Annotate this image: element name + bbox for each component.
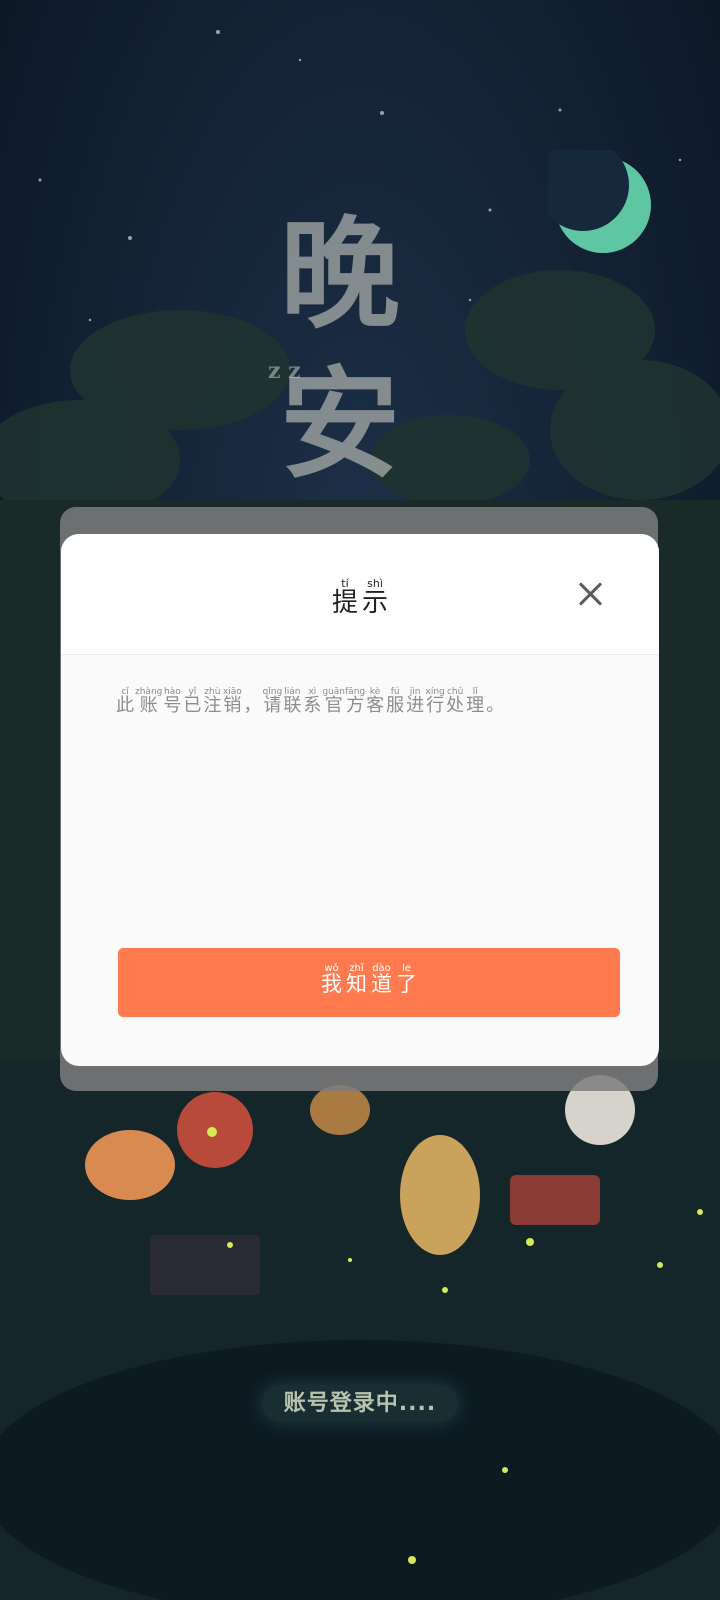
title-art: 晚安 z z [268, 200, 460, 500]
hanzi: 服 [386, 695, 405, 716]
hanzi: 方 [346, 695, 365, 716]
hanzi: 示 [362, 588, 389, 618]
ruby-char: fú 服 [385, 687, 405, 715]
moon-icon [548, 150, 651, 253]
ruby-char: tí 提 [330, 578, 360, 618]
hanzi: 销 [223, 695, 242, 716]
ruby-char: ， [242, 687, 262, 715]
notice-dialog: tí 提 shì 示 cǐ 此 zhàng 账 hào 号 yǐ 已 zhù 注 xiāo 销 ， qǐng 请… [61, 534, 659, 1066]
title-art-text: 晚安 [280, 204, 400, 495]
ruby-char: qǐng 请 [262, 687, 283, 716]
ruby-char: yǐ 已 [182, 687, 202, 715]
hanzi: 我 [321, 972, 342, 996]
ruby-char: dào 道 [369, 964, 394, 995]
hanzi: 已 [183, 695, 202, 716]
hanzi: 客 [366, 695, 385, 716]
hanzi: 处 [446, 695, 465, 716]
hanzi: 注 [203, 695, 222, 716]
hanzi: 官 [324, 695, 343, 716]
hanzi: ， [243, 695, 262, 716]
ruby-char: wǒ 我 [319, 964, 344, 995]
hanzi: 提 [331, 588, 358, 618]
close-icon[interactable] [573, 576, 609, 612]
ruby-char: lián 联 [282, 687, 302, 715]
hanzi: 此 [116, 695, 134, 716]
ruby-char: xì 系 [302, 687, 322, 715]
ruby-char: zhī 知 [344, 964, 369, 995]
ruby-char: 。 [485, 687, 505, 715]
ruby-char: shì 示 [360, 578, 390, 618]
sleep-mark: z z [268, 358, 301, 384]
hanzi: 了 [396, 972, 417, 996]
ruby-char: hào 号 [162, 687, 182, 715]
hanzi: 行 [426, 695, 445, 716]
ruby-char: zhù 注 [202, 687, 222, 715]
hanzi: 。 [486, 695, 505, 716]
hanzi: 知 [346, 972, 367, 996]
hanzi: 账 [139, 695, 158, 716]
ruby-char: xiāo 销 [222, 687, 242, 715]
ruby-char: zhàng 账 [135, 687, 162, 715]
hanzi: 号 [163, 695, 182, 716]
ruby-char: xíng 行 [425, 687, 445, 715]
ruby-char: le 了 [394, 964, 419, 995]
hanzi: 系 [303, 695, 322, 716]
hanzi: 进 [406, 695, 425, 716]
confirm-button-label: wǒ 我 zhī 知 dào 道 le 了 [118, 964, 620, 995]
login-status-text: 账号登录中.... [261, 1385, 459, 1422]
hanzi: 道 [371, 972, 392, 996]
hanzi: 联 [283, 695, 302, 716]
dialog-header: tí 提 shì 示 [61, 534, 659, 655]
dialog-message: cǐ 此 zhàng 账 hào 号 yǐ 已 zhù 注 xiāo 销 ， qǐng 请 lián 联 xì 系… [115, 687, 615, 715]
hanzi: 理 [466, 695, 485, 716]
ruby-char: guān 官 [322, 687, 345, 715]
login-status: 账号登录中.... [0, 1385, 720, 1422]
ruby-char: chǔ 处 [445, 687, 465, 715]
ruby-char: cǐ 此 [115, 687, 135, 715]
confirm-button[interactable]: wǒ 我 zhī 知 dào 道 le 了 [118, 948, 620, 1017]
ruby-char: jìn 进 [405, 687, 425, 715]
dialog-title: tí 提 shì 示 [61, 578, 659, 618]
ruby-char: kè 客 [365, 687, 385, 715]
hanzi: 请 [263, 695, 282, 716]
ruby-char: lǐ 理 [465, 687, 485, 715]
ruby-char: fāng 方 [345, 687, 365, 715]
